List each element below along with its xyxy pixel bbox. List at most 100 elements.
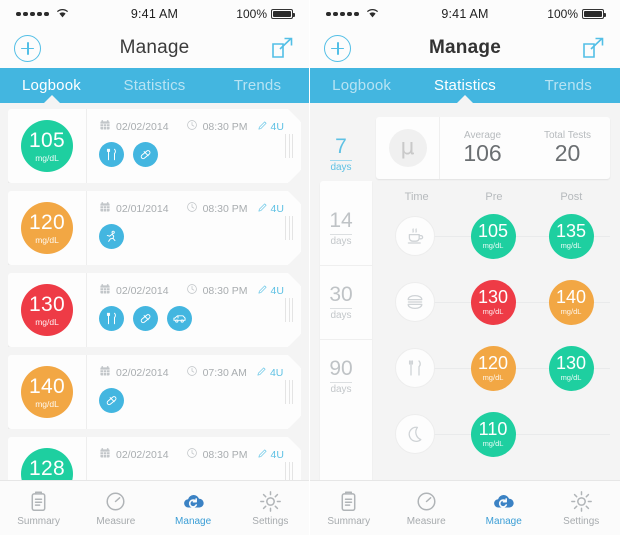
entry-meta: 02/02/2014 08:30 PM 4U — [99, 283, 289, 298]
cell-pre: 105 mg/dL — [454, 213, 532, 259]
clock-icon — [186, 447, 198, 462]
entry-body: 02/02/2014 08:30 PM 4U — [86, 109, 301, 183]
running-icon[interactable] — [99, 224, 124, 249]
entry-date: 02/02/2014 — [116, 448, 169, 461]
tab-logbook[interactable]: Logbook — [310, 77, 413, 94]
day-range-list[interactable]: 7 days 14 days 30 days 90 days — [310, 117, 372, 413]
day-range-number: 7 — [335, 135, 347, 159]
average-avatar: μ — [376, 117, 440, 179]
page-title: Manage — [119, 37, 190, 58]
entry-grip — [285, 134, 293, 158]
tabbar-item-measure[interactable]: Measure — [77, 489, 154, 527]
entry-meta: 02/02/2014 07:30 AM 4U — [99, 365, 289, 380]
calendar-icon — [99, 119, 111, 134]
tab-trends[interactable]: Trends — [206, 77, 309, 94]
reading-unit: mg/dL — [35, 316, 59, 327]
entry-body: 02/02/2014 07:30 AM 4U — [86, 355, 301, 429]
entry-time: 08:30 PM — [202, 202, 248, 215]
tabbar-item-label: Measure — [406, 516, 446, 527]
bottom-tab-bar[interactable]: Summary Measure Manage Settings — [310, 480, 620, 535]
statistics-content: μ Average 106 Total Tests 20 Time Pre Po… — [372, 103, 620, 515]
pre-reading-bubble: 120 mg/dL — [470, 345, 516, 391]
tab-statistics[interactable]: Statistics — [413, 77, 516, 94]
tab-statistics[interactable]: Statistics — [103, 77, 206, 94]
reading-value: 140 — [29, 374, 65, 398]
dose-value: 4U — [270, 120, 284, 133]
status-time: 9:41 AM — [130, 7, 179, 21]
entry-dose[interactable]: 4U — [257, 120, 284, 134]
gauge-icon — [104, 489, 127, 513]
table-row: 120 mg/dL 130 mg/dL — [376, 335, 610, 401]
share-external-icon[interactable] — [580, 35, 606, 61]
share-external-icon[interactable] — [269, 35, 295, 61]
entry-tags — [99, 306, 289, 331]
cell-pre: 110 mg/dL — [454, 411, 532, 457]
logbook-list[interactable]: 105 mg/dL 02/02/2014 08:30 PM 4U 120 mg/… — [0, 103, 309, 515]
reading-bubble: 130 mg/dL — [21, 284, 73, 336]
entry-dose[interactable]: 4U — [257, 448, 284, 462]
day-range-30[interactable]: 30 days — [310, 265, 372, 339]
pre-unit: mg/dL — [482, 241, 504, 251]
day-range-number: 14 — [329, 209, 353, 233]
tabbar-item-summary[interactable]: Summary — [0, 489, 77, 527]
plus-circle-icon[interactable] — [324, 34, 351, 62]
cutlery-icon — [395, 348, 435, 388]
mu-average-icon: μ — [388, 129, 427, 167]
cutlery-icon[interactable] — [99, 306, 124, 331]
dose-value: 4U — [270, 448, 284, 461]
summary-card: μ Average 106 Total Tests 20 — [376, 117, 610, 179]
tabbar-item-settings[interactable]: Settings — [232, 489, 309, 527]
entry-date: 02/02/2014 — [116, 366, 169, 379]
cutlery-icon[interactable] — [99, 142, 124, 167]
logbook-entry[interactable]: 130 mg/dL 02/02/2014 08:30 PM 4U — [8, 273, 301, 347]
entry-meta: 02/01/2014 08:30 PM 4U — [99, 201, 289, 216]
logbook-entry[interactable]: 105 mg/dL 02/02/2014 08:30 PM 4U — [8, 109, 301, 183]
tab-logbook[interactable]: Logbook — [0, 77, 103, 94]
cell-pre: 130 mg/dL — [454, 279, 532, 325]
entry-time: 08:30 PM — [202, 448, 248, 461]
car-icon[interactable] — [167, 306, 192, 331]
entry-dose[interactable]: 4U — [257, 284, 284, 298]
page-title: Manage — [429, 37, 501, 58]
bottom-tab-bar[interactable]: Summary Measure Manage Settings — [0, 480, 309, 535]
gauge-icon — [415, 489, 438, 513]
clock-icon — [186, 365, 198, 380]
pill-icon[interactable] — [133, 306, 158, 331]
day-range-7[interactable]: 7 days — [310, 117, 372, 191]
tabbar-item-manage[interactable]: Manage — [465, 489, 543, 527]
pre-unit: mg/dL — [482, 439, 504, 449]
entry-time: 08:30 PM — [202, 284, 248, 297]
pill-icon[interactable] — [99, 388, 124, 413]
plus-circle-icon[interactable] — [14, 34, 41, 62]
entry-dose[interactable]: 4U — [257, 202, 284, 216]
day-range-14[interactable]: 14 days — [310, 191, 372, 265]
tabbar-item-settings[interactable]: Settings — [543, 489, 620, 527]
pencil-icon — [257, 120, 268, 134]
entry-dose[interactable]: 4U — [256, 366, 283, 380]
day-range-90[interactable]: 90 days — [310, 339, 372, 413]
tabbar-item-summary[interactable]: Summary — [310, 489, 388, 527]
tab-trends[interactable]: Trends — [517, 77, 620, 94]
table-column-headers: Time Pre Post — [376, 191, 610, 203]
day-range-unit: days — [330, 307, 352, 321]
tabbar-item-label: Settings — [252, 516, 289, 527]
day-range-unit: days — [330, 381, 352, 395]
phone-screen-logbook: 9:41 AM 100% Manage Logbook Statistics T… — [0, 0, 310, 535]
reading-value: 120 — [29, 210, 65, 234]
pill-icon[interactable] — [133, 142, 158, 167]
dose-value: 4U — [270, 284, 284, 297]
column-header-time: Time — [404, 191, 429, 203]
statistics-table: 105 mg/dL 135 mg/dL 130 mg/dL 140 mg/dL — [376, 203, 610, 467]
clock-icon — [186, 119, 198, 134]
tabbar-item-measure[interactable]: Measure — [388, 489, 466, 527]
logbook-entry[interactable]: 120 mg/dL 02/01/2014 08:30 PM 4U — [8, 191, 301, 265]
pencil-icon — [257, 448, 268, 462]
clipboard-icon — [337, 489, 360, 513]
entry-date: 02/02/2014 — [116, 120, 169, 133]
pre-reading-bubble: 130 mg/dL — [470, 279, 516, 325]
day-range-selector[interactable]: 7 days 14 days 30 days 90 days — [310, 103, 372, 515]
tabbar-item-manage[interactable]: Manage — [155, 489, 232, 527]
gear-icon — [259, 489, 282, 513]
logbook-entry[interactable]: 140 mg/dL 02/02/2014 07:30 AM 4U — [8, 355, 301, 429]
gear-icon — [570, 489, 593, 513]
